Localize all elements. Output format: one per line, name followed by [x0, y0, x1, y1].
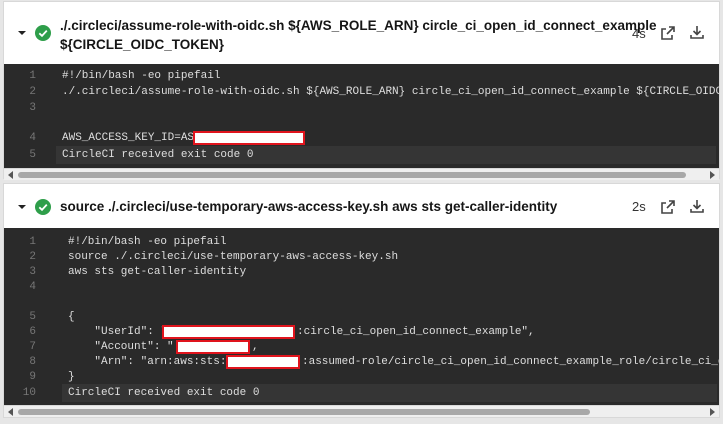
log-line: 2 source ./.circleci/use-temporary-aws-ac…	[4, 249, 398, 265]
step-get-caller-identity: source ./.circleci/use-temporary-aws-acc…	[3, 183, 720, 418]
line-number: 9	[29, 371, 36, 383]
line-number: 3	[29, 102, 36, 114]
log-line: 4	[4, 279, 46, 295]
log-line: 7 "Account": ",	[4, 339, 258, 355]
log-line-text: #!/bin/bash -eo pipefail	[62, 70, 221, 82]
scroll-right-icon[interactable]	[708, 171, 716, 179]
scroll-left-icon[interactable]	[7, 408, 15, 416]
line-number: 8	[29, 356, 36, 368]
line-number: 5	[29, 149, 36, 161]
log-line: 5 CircleCI received exit code 0	[4, 147, 253, 163]
line-number: 3	[29, 266, 36, 278]
log-line-text: "Account": "	[68, 341, 174, 353]
step-duration: 2s	[632, 199, 646, 214]
horizontal-scrollbar[interactable]	[4, 405, 719, 417]
step-duration: 4s	[632, 26, 646, 41]
log-line-tail: ,	[252, 341, 259, 353]
download-icon[interactable]	[689, 198, 705, 214]
log-line-tail: :assumed-role/circle_ci_open_id_connect_…	[302, 356, 719, 368]
log-line: 5{	[4, 309, 74, 325]
scroll-left-icon[interactable]	[7, 171, 15, 179]
step-assume-role: ./.circleci/assume-role-with-oidc.sh ${A…	[3, 1, 720, 180]
redaction-box	[176, 340, 250, 354]
step-title-line-2: ${CIRCLE_OIDC_TOKEN}	[60, 37, 225, 52]
horizontal-scrollbar[interactable]	[4, 168, 719, 180]
step-header[interactable]: source ./.circleci/use-temporary-aws-acc…	[4, 184, 719, 228]
log-line-text: "Arn": "arn:aws:sts::	[68, 356, 234, 368]
line-number: 4	[29, 281, 36, 293]
line-number: 1	[29, 70, 36, 82]
log-line-text: aws sts get-caller-identity	[68, 266, 247, 278]
line-number: 2	[29, 86, 36, 98]
scroll-right-icon[interactable]	[708, 408, 716, 416]
line-number: 1	[29, 236, 36, 248]
log-line: 2 ./.circleci/assume-role-with-oidc.sh ${…	[4, 84, 719, 100]
step-header[interactable]: ./.circleci/assume-role-with-oidc.sh ${A…	[4, 2, 719, 64]
scrollbar-thumb[interactable]	[18, 172, 686, 178]
line-number: 2	[29, 251, 36, 263]
log-line-text: }	[68, 371, 75, 383]
open-in-new-icon[interactable]	[660, 25, 676, 41]
line-number: 7	[29, 341, 36, 353]
log-line-text: {	[68, 311, 75, 323]
log-line: 1 #!/bin/bash -eo pipefail	[4, 68, 220, 84]
log-line: 8 "Arn": "arn:aws:sts:::assumed-role/cir…	[4, 354, 719, 370]
redaction-box	[193, 131, 305, 145]
chevron-down-icon[interactable]	[17, 202, 27, 212]
log-output: 1 #!/bin/bash -eo pipefail 2 source ./.cir…	[4, 228, 719, 405]
success-check-icon	[35, 199, 51, 215]
open-in-new-icon[interactable]	[660, 199, 676, 215]
log-line-text: #!/bin/bash -eo pipefail	[68, 236, 227, 248]
log-line-text: ./.circleci/assume-role-with-oidc.sh ${A…	[62, 86, 719, 98]
log-line-tail: :circle_ci_open_id_connect_example",	[297, 326, 535, 338]
log-line-text: source ./.circleci/use-temporary-aws-acc…	[68, 251, 399, 263]
line-number: 6	[29, 326, 36, 338]
scrollbar-thumb[interactable]	[18, 409, 590, 415]
line-number: 10	[22, 387, 36, 399]
success-check-icon	[35, 25, 51, 41]
log-line: 10 CircleCI received exit code 0	[4, 385, 260, 401]
log-line: 3	[4, 100, 46, 116]
log-output: 1 #!/bin/bash -eo pipefail 2 ./.circleci/a…	[4, 64, 719, 168]
log-line: 3 aws sts get-caller-identity	[4, 264, 246, 280]
log-line: 9}	[4, 369, 74, 385]
line-number: 5	[29, 311, 36, 323]
step-title-line-1: ./.circleci/assume-role-with-oidc.sh ${A…	[60, 18, 657, 33]
log-line: 1 #!/bin/bash -eo pipefail	[4, 234, 226, 250]
step-title: source ./.circleci/use-temporary-aws-acc…	[60, 199, 558, 214]
log-line-text: "UserId": "	[68, 326, 168, 338]
log-line-text: CircleCI received exit code 0	[68, 387, 260, 399]
line-number: 4	[29, 132, 36, 144]
chevron-down-icon[interactable]	[17, 28, 27, 38]
redaction-box	[226, 355, 300, 369]
log-line: 6 "UserId": " :circle_ci_open_id_connect_…	[4, 324, 534, 340]
download-icon[interactable]	[689, 24, 705, 40]
redaction-box	[162, 325, 295, 339]
log-line: 4 AWS_ACCESS_KEY_ID=ASI	[4, 130, 200, 146]
log-line-text: CircleCI received exit code 0	[62, 149, 254, 161]
log-line-text: AWS_ACCESS_KEY_ID=ASI	[62, 132, 201, 144]
